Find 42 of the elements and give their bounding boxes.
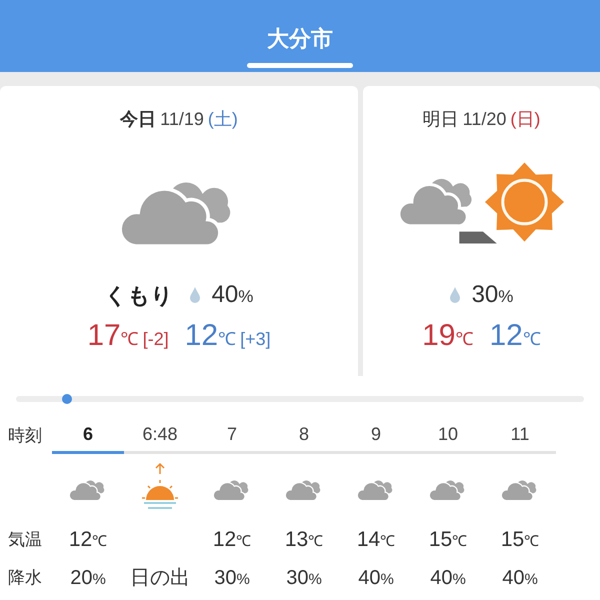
hourly-temperature: 12℃ [68, 527, 108, 554]
weekday: (日) [510, 108, 540, 131]
weather-condition: くもり [104, 282, 174, 310]
temperature: 19℃ [422, 321, 474, 351]
temperature-difference: [-2] [142, 328, 169, 351]
city-title: 大分市 [267, 25, 333, 53]
temperature-difference: [+3] [240, 328, 271, 351]
hour-tab[interactable]: 9 [340, 418, 412, 454]
day-label: 明日 [422, 108, 459, 131]
hourly-precipitation: 30% [214, 566, 250, 591]
hourly-temperature: 12℃ [212, 527, 252, 554]
row-label: 降水 [8, 567, 43, 590]
hour-tab[interactable]: 7 [196, 418, 268, 454]
timeline-thumb[interactable] [62, 394, 72, 404]
hourly-precipitation: 40% [502, 566, 538, 591]
raindrop-icon [190, 287, 200, 303]
hourly-temperature: 15℃ [500, 527, 540, 554]
precipitation: 40% [212, 280, 254, 310]
date: 11/19 [160, 108, 204, 131]
precipitation: 30% [472, 280, 514, 310]
date: 11/20 [462, 108, 506, 131]
hourly-temperature: 13℃ [284, 527, 324, 554]
hourly-precipitation: 30% [286, 566, 322, 591]
raindrop-icon [450, 287, 460, 303]
hourly-temperature: 14℃ [356, 527, 396, 554]
hour-tab[interactable]: 8 [268, 418, 340, 454]
row-label: 時刻 [8, 425, 43, 448]
day-label: 今日 [120, 108, 156, 131]
hourly-precipitation: 20% [70, 566, 106, 591]
weekday: (土) [208, 108, 238, 131]
temperature: 12℃ [184, 321, 236, 351]
row-label: 気温 [8, 529, 43, 552]
hourly-precipitation: 40% [358, 566, 394, 591]
temperature: 17℃ [87, 321, 139, 351]
hourly-precipitation: 40% [430, 566, 466, 591]
hour-tab[interactable]: 6:48 [124, 418, 196, 454]
hour-tab[interactable]: 6 [52, 418, 124, 454]
hourly-precipitation: 日の出 [130, 566, 190, 591]
temperature: 12℃ [490, 321, 541, 351]
hourly-temperature: 15℃ [428, 527, 468, 554]
hour-tab[interactable]: 11 [484, 418, 556, 454]
hour-tab[interactable]: 10 [412, 418, 484, 454]
